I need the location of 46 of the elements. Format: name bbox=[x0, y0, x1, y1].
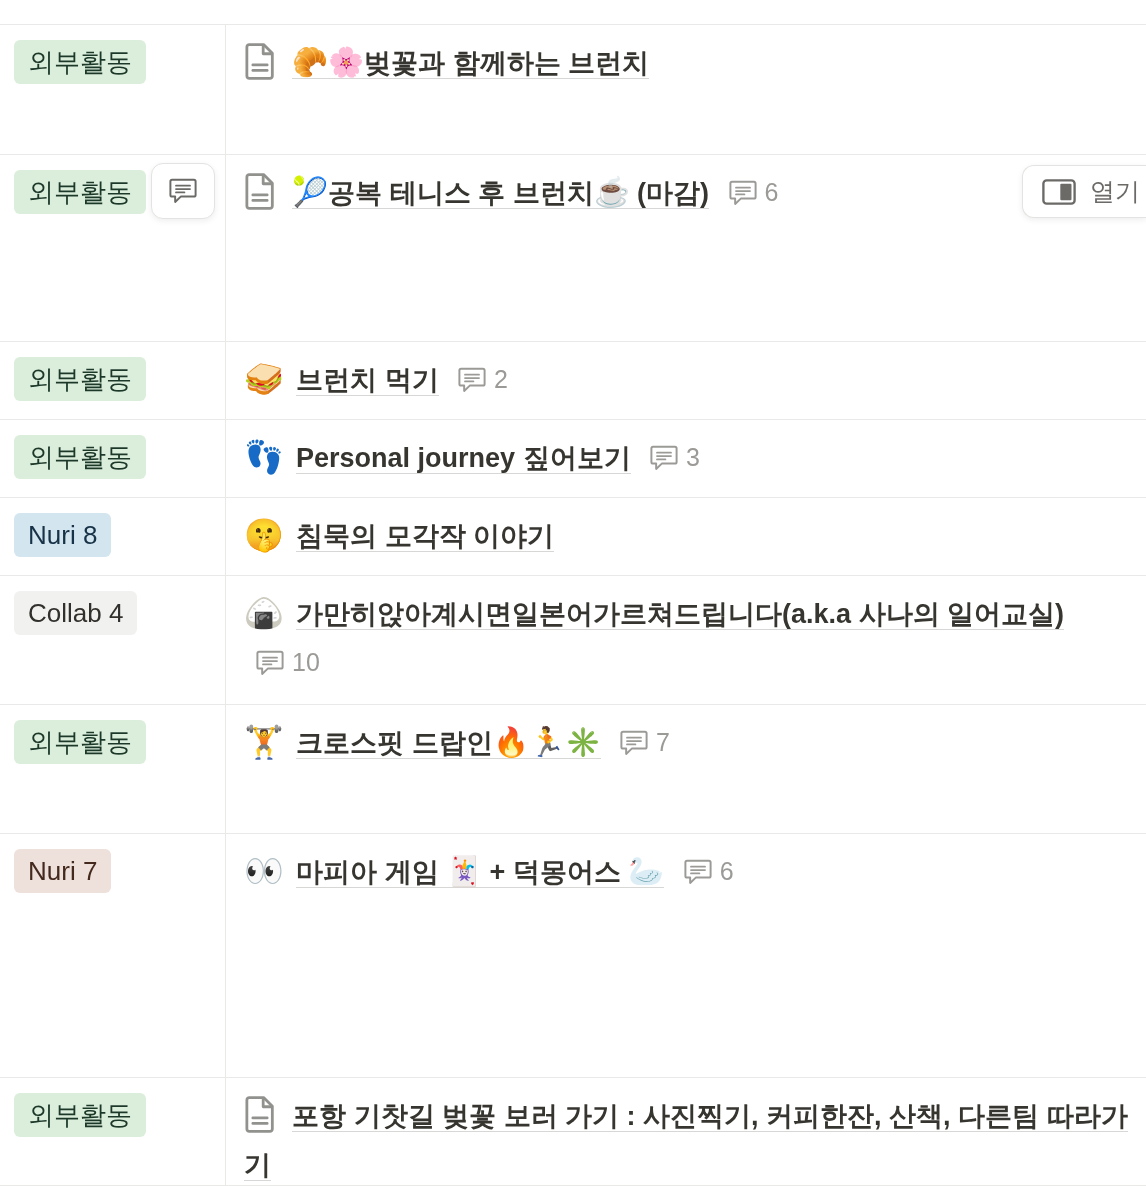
page-title-link[interactable]: 🎾공복 테니스 후 브런치☕ (마감) bbox=[244, 169, 709, 218]
comment-icon bbox=[728, 179, 757, 206]
document-icon bbox=[244, 43, 276, 81]
emoji-icon: 🥐 bbox=[292, 46, 328, 78]
tag: Nuri 7 bbox=[14, 849, 112, 893]
tag: 외부활동 bbox=[14, 40, 146, 84]
comment-icon bbox=[683, 858, 712, 885]
page-title-link[interactable]: 👣 Personal journey 짚어보기 bbox=[244, 434, 631, 483]
tag: Collab 4 bbox=[14, 591, 138, 635]
emoji-icon: 👀 bbox=[244, 850, 284, 891]
side-panel-icon bbox=[1042, 178, 1076, 205]
emoji-icon: 🃏 bbox=[446, 855, 482, 887]
emoji-icon: 🌸 bbox=[328, 46, 364, 78]
emoji-icon: 🥪 bbox=[244, 358, 284, 399]
page-title-link[interactable]: 🏋 크로스핏 드랍인🔥🏃✳ bbox=[244, 719, 601, 768]
emoji-icon: 🦢 bbox=[628, 855, 665, 887]
comment-icon bbox=[620, 729, 649, 756]
emoji-icon: 🏃 bbox=[528, 726, 565, 758]
emoji-icon: 🎾 bbox=[292, 176, 328, 208]
tag: 외부활동 bbox=[14, 1093, 146, 1137]
emoji-icon: 🍙 bbox=[244, 592, 284, 633]
page-title-link[interactable]: 🤫 침묵의 모각작 이야기 bbox=[244, 512, 554, 561]
tag: 외부활동 bbox=[14, 720, 146, 764]
page-title-link[interactable]: 🍙 가만히앉아계시면일본어가르쳐드립니다(a.k.a 사나의 일어교실) bbox=[244, 590, 1065, 639]
tag: Nuri 8 bbox=[14, 513, 112, 557]
comment-icon bbox=[256, 649, 284, 676]
page-title-link[interactable]: 👀 마피아 게임 🃏 + 덕몽어스 🦢 bbox=[244, 848, 665, 897]
comment-icon bbox=[650, 444, 679, 471]
add-comment-button[interactable] bbox=[151, 163, 215, 219]
emoji-icon: ☕ bbox=[593, 176, 630, 208]
page-title-link[interactable]: 🥪 브런치 먹기 bbox=[244, 356, 439, 405]
page-title-link[interactable]: 포항 기찻길 벚꽃 보러 가기 : 사진찍기, 커피한잔, 산책, 다른팀 따라가기 bbox=[244, 1092, 1136, 1186]
open-button[interactable]: 열기 bbox=[1022, 165, 1146, 218]
comment-icon bbox=[458, 366, 487, 393]
emoji-icon: 🔥 bbox=[492, 726, 529, 758]
emoji-icon: 👣 bbox=[244, 436, 284, 477]
comment-icon bbox=[169, 178, 197, 204]
emoji-icon: ✳ bbox=[564, 726, 601, 758]
document-icon bbox=[244, 1096, 276, 1134]
page-title-link[interactable]: 🥐🌸벚꽃과 함께하는 브런치 bbox=[244, 39, 649, 88]
tag: 외부활동 bbox=[14, 357, 146, 401]
tag: 외부활동 bbox=[14, 170, 146, 214]
emoji-icon: 🤫 bbox=[244, 514, 284, 555]
document-icon bbox=[244, 173, 276, 211]
emoji-icon: 🏋 bbox=[244, 721, 284, 762]
tag: 외부활동 bbox=[14, 435, 146, 479]
